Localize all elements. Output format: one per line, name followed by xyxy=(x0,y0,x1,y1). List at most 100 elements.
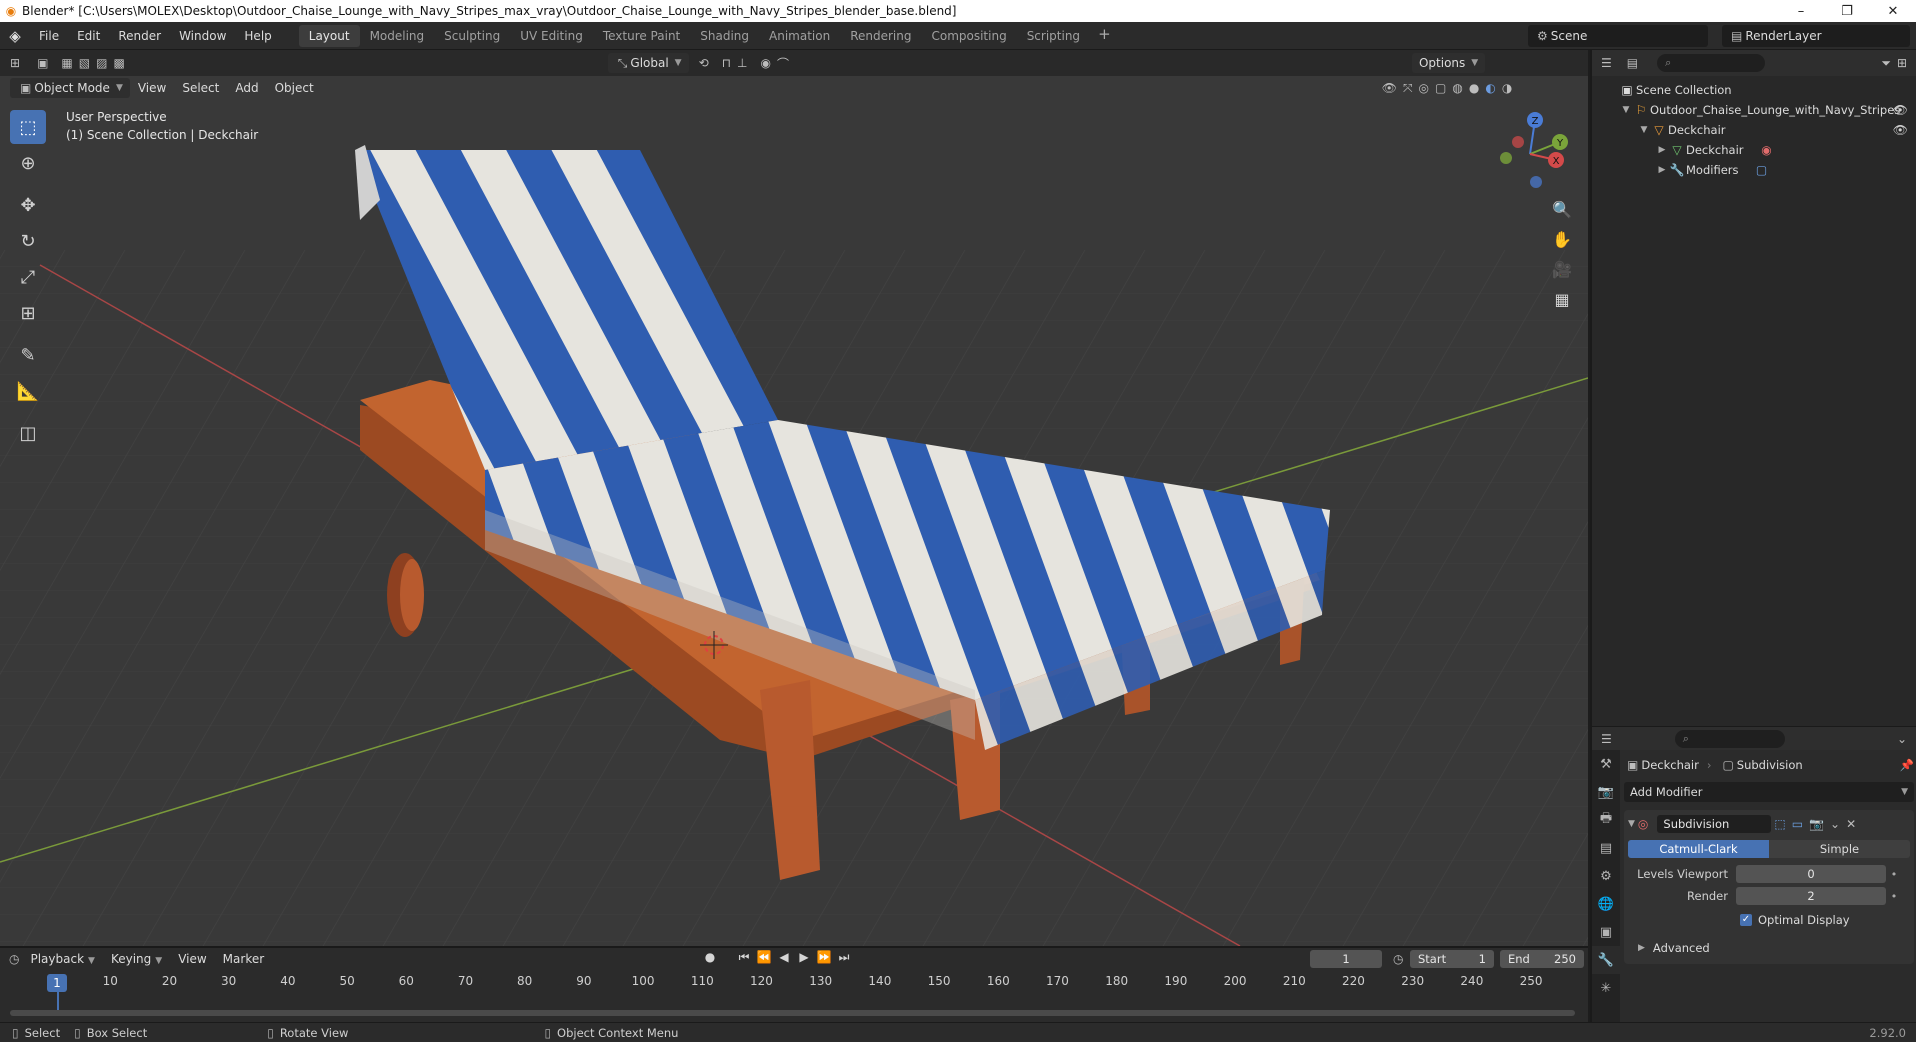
tab-compositing[interactable]: Compositing xyxy=(921,25,1016,47)
preview-range-icon[interactable]: ◷ xyxy=(1393,952,1403,966)
playhead-frame-badge[interactable]: 1 xyxy=(47,974,67,992)
shading-wireframe-icon[interactable]: ◍ xyxy=(1452,81,1462,95)
ortho-grid-icon[interactable]: ▦ xyxy=(1548,284,1576,314)
maximize-button[interactable]: ❐ xyxy=(1824,0,1870,22)
outliner-row-mesh[interactable]: ▶ ▽ Deckchair ◉ xyxy=(1592,140,1916,160)
shading-material-icon[interactable]: ◐ xyxy=(1485,81,1495,95)
outliner-row-collection[interactable]: ▼ ⚐ Outdoor_Chaise_Lounge_with_Navy_Stri… xyxy=(1592,100,1916,120)
pin-icon[interactable]: 📌 xyxy=(1900,758,1914,772)
properties-editor-icon[interactable]: ☰ xyxy=(1601,732,1612,746)
simple-button[interactable]: Simple xyxy=(1769,840,1910,858)
tab-sculpting[interactable]: Sculpting xyxy=(434,25,510,47)
minimize-button[interactable]: – xyxy=(1778,0,1824,22)
proportional-edit-icon[interactable]: ◉ xyxy=(760,56,770,70)
view-layer-selector[interactable]: ▤ RenderLayer xyxy=(1722,25,1910,47)
scene-tab-icon[interactable]: ⚙ xyxy=(1592,862,1620,890)
camera-view-icon[interactable]: 🎥 xyxy=(1548,254,1576,284)
end-frame-field[interactable]: End 250 xyxy=(1500,950,1584,968)
advanced-subpanel[interactable]: ▶ Advanced xyxy=(1628,938,1910,958)
close-button[interactable]: ✕ xyxy=(1870,0,1916,22)
select-box-extend-icon[interactable]: ▧ xyxy=(79,56,90,70)
particles-tab-icon[interactable]: ✳ xyxy=(1592,974,1620,1002)
chevron-down-icon[interactable]: ⌄ xyxy=(1830,817,1840,831)
outliner-row-object[interactable]: ▼ ▽ Deckchair 👁 xyxy=(1592,120,1916,140)
select-box-tool-icon[interactable]: ⬚ xyxy=(10,110,46,144)
add-workspace-button[interactable]: + xyxy=(1090,25,1119,47)
tab-shading[interactable]: Shading xyxy=(690,25,759,47)
outliner-display-mode-icon[interactable]: ▤ xyxy=(1627,56,1638,70)
editor-type-icon[interactable]: ⊞ xyxy=(10,56,20,70)
properties-search-input[interactable]: ⌕ xyxy=(1674,729,1785,748)
record-icon[interactable]: ● xyxy=(700,950,720,965)
render-toggle-icon[interactable]: 📷 xyxy=(1809,817,1824,831)
tab-modeling[interactable]: Modeling xyxy=(360,25,435,47)
viewport-menu-select[interactable]: Select xyxy=(174,81,227,95)
catmull-clark-button[interactable]: Catmull-Clark xyxy=(1628,840,1769,858)
render-levels-field[interactable]: 2 xyxy=(1736,887,1886,905)
current-frame-field[interactable]: 1 xyxy=(1310,950,1382,968)
jump-keyframe-forward-icon[interactable]: ⏩ xyxy=(814,950,834,965)
zoom-icon[interactable]: 🔍 xyxy=(1548,194,1576,224)
transform-orientation-dropdown[interactable]: ⤡ Global ▼ xyxy=(607,53,689,73)
proportional-falloff-icon[interactable]: ⌒ xyxy=(777,55,789,72)
tab-scripting[interactable]: Scripting xyxy=(1017,25,1090,47)
timeline-scrollbar[interactable] xyxy=(10,1010,1575,1016)
menu-file[interactable]: File xyxy=(30,25,68,47)
transform-tool-icon[interactable]: ⊞ xyxy=(10,296,46,330)
shading-rendered-icon[interactable]: ◑ xyxy=(1502,81,1512,95)
tab-texture-paint[interactable]: Texture Paint xyxy=(593,25,690,47)
edit-mode-toggle-icon[interactable]: ⬚ xyxy=(1774,817,1785,831)
tab-layout[interactable]: Layout xyxy=(298,24,360,47)
select-box-subtract-icon[interactable]: ▨ xyxy=(96,56,107,70)
overlay-toggle-icon[interactable]: ◎ xyxy=(1419,81,1429,95)
select-box-new-icon[interactable]: ▦ xyxy=(61,56,72,70)
visibility-icon[interactable]: 👁 xyxy=(1382,81,1397,95)
object-tab-icon[interactable]: ▣ xyxy=(1592,918,1620,946)
navigation-gizmo[interactable]: Z Y X xyxy=(1490,106,1570,196)
add-modifier-dropdown[interactable]: Add Modifier ▼ xyxy=(1624,782,1914,802)
start-frame-field[interactable]: Start 1 xyxy=(1410,950,1494,968)
outliner-row-modifiers[interactable]: ▶ 🔧 Modifiers ▢ xyxy=(1592,160,1916,180)
timeline-menu-keying[interactable]: Keying ▼ xyxy=(103,952,170,966)
optimal-display-row[interactable]: ✓ Optimal Display xyxy=(1628,910,1910,930)
rotate-tool-icon[interactable]: ↻ xyxy=(10,224,46,258)
gizmo-toggle-icon[interactable]: ⤧ xyxy=(1403,81,1413,96)
menu-help[interactable]: Help xyxy=(235,25,280,47)
play-reverse-icon[interactable]: ◀ xyxy=(774,950,794,965)
outliner-row-scene-collection[interactable]: ▣ Scene Collection xyxy=(1592,80,1916,100)
jump-start-icon[interactable]: ⏮ xyxy=(734,950,754,965)
view-layer-tab-icon[interactable]: ▤ xyxy=(1592,834,1620,862)
shading-solid-icon[interactable]: ● xyxy=(1469,81,1479,95)
pan-hand-icon[interactable]: ✋ xyxy=(1548,224,1576,254)
tool-tab-icon[interactable]: ⚒ xyxy=(1592,750,1620,778)
tab-uv-editing[interactable]: UV Editing xyxy=(510,25,593,47)
outliner-search-input[interactable]: ⌕ xyxy=(1657,54,1766,72)
modifier-tab-icon[interactable]: 🔧 xyxy=(1592,946,1620,974)
menu-window[interactable]: Window xyxy=(170,25,235,47)
tab-rendering[interactable]: Rendering xyxy=(840,25,921,47)
snap-target-icon[interactable]: ⊥ xyxy=(737,56,747,70)
xray-toggle-icon[interactable]: ▢ xyxy=(1435,81,1446,95)
world-tab-icon[interactable]: 🌐 xyxy=(1592,890,1620,918)
expand-triangle-icon[interactable]: ▼ xyxy=(1620,105,1632,115)
visibility-eye-icon[interactable]: 👁 xyxy=(1893,123,1908,137)
menu-edit[interactable]: Edit xyxy=(68,25,109,47)
cursor-tool-icon[interactable]: ⊕ xyxy=(10,146,46,180)
viewport-menu-add[interactable]: Add xyxy=(227,81,266,95)
render-tab-icon[interactable]: 📷 xyxy=(1592,778,1620,806)
levels-viewport-field[interactable]: 0 xyxy=(1736,865,1886,883)
add-cube-tool-icon[interactable]: ◫ xyxy=(10,416,46,450)
keyframe-dot-icon[interactable]: • xyxy=(1886,890,1902,903)
measure-tool-icon[interactable]: 📐 xyxy=(10,374,46,408)
expand-triangle-icon[interactable]: ▶ xyxy=(1656,145,1668,155)
select-mode-icon[interactable]: ▣ xyxy=(37,56,48,70)
keyframe-dot-icon[interactable]: • xyxy=(1886,868,1902,881)
chevron-down-icon[interactable]: ⌄ xyxy=(1897,732,1907,746)
visibility-eye-icon[interactable]: 👁 xyxy=(1893,103,1908,117)
snap-icon[interactable]: ⊓ xyxy=(722,56,731,70)
viewport-toggle-icon[interactable]: ▭ xyxy=(1792,817,1803,831)
new-collection-icon[interactable]: ⊞ xyxy=(1897,56,1907,70)
object-mode-dropdown[interactable]: ▣ Object Mode ▼ xyxy=(10,78,130,98)
modifier-name-field[interactable]: Subdivision xyxy=(1657,815,1772,833)
filter-icon[interactable]: ⏷ xyxy=(1881,56,1891,71)
